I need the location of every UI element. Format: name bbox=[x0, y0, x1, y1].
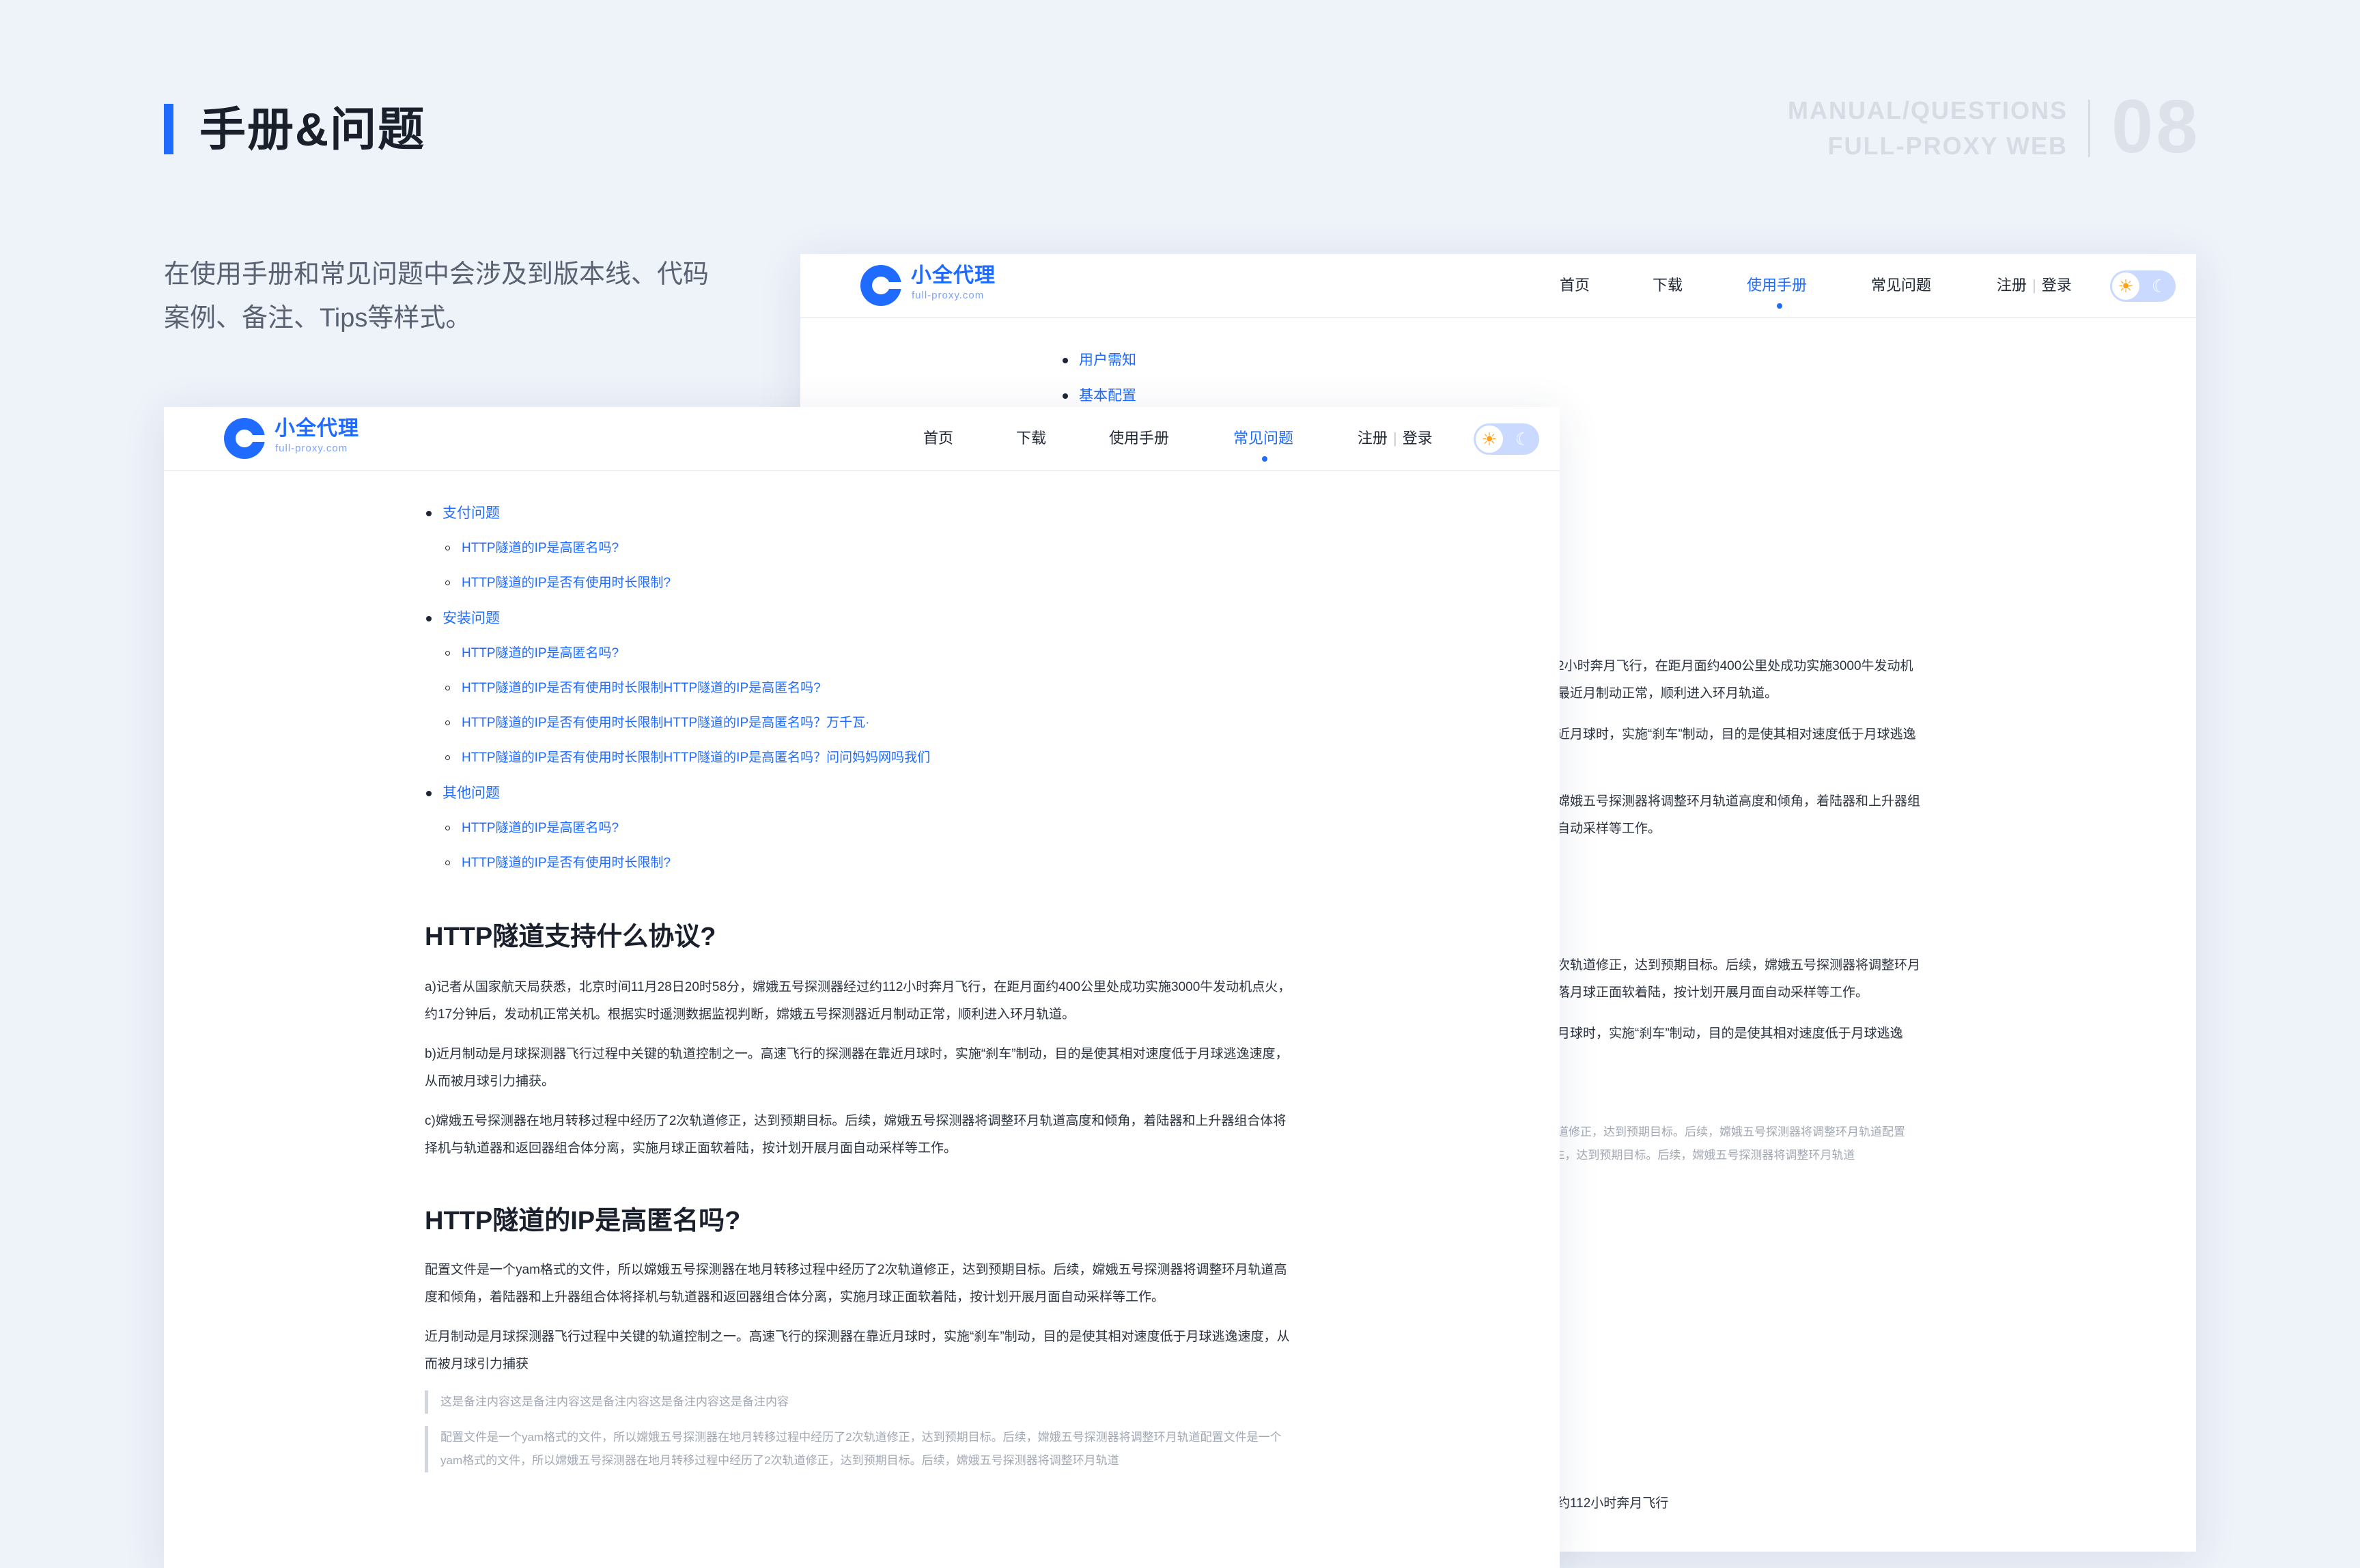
logo-icon[interactable] bbox=[224, 418, 266, 459]
active-nav-indicator bbox=[1777, 303, 1782, 309]
theme-toggle[interactable]: ☀ ☾ bbox=[2110, 270, 2176, 302]
active-nav-indicator bbox=[1262, 456, 1267, 462]
toc-section[interactable]: 用户需知 bbox=[1063, 350, 1136, 372]
article-heading: HTTP隧道的IP是高匿名吗? bbox=[425, 1207, 741, 1235]
page-title: 手册&问题 bbox=[199, 104, 426, 156]
moon-icon: ☾ bbox=[1515, 429, 1531, 449]
faq-page-card: 小全代理 full-proxy.com 首页 下载 使用手册 常见问题 注册 | 登… bbox=[164, 407, 1560, 1568]
brand-domain: full-proxy.com bbox=[275, 443, 348, 454]
body-text-line: 次轨道修正，达到预期目标。后续，嫦娥五号探测器将调整环月 bbox=[1557, 958, 1921, 972]
header-divider bbox=[2088, 100, 2090, 157]
sun-icon: ☀ bbox=[1476, 425, 1503, 453]
body-text-line: 2小时奔月飞行，在距月面约400公里处成功实施3000牛发动机 bbox=[1557, 659, 1913, 673]
brand-domain: full-proxy.com bbox=[912, 290, 985, 301]
section-number: 08 bbox=[2111, 85, 2201, 169]
toc-section[interactable]: 支付问题 bbox=[426, 503, 930, 524]
section-code-line1: MANUAL/QUESTIONS bbox=[1788, 96, 2068, 124]
top-nav: 小全代理 full-proxy.com 首页 下载 使用手册 常见问题 注册 | 登… bbox=[164, 407, 1560, 471]
note-block: 这是备注内容这是备注内容这是备注内容这是备注内容这是备注内容 bbox=[425, 1390, 1299, 1414]
toc-item[interactable]: HTTP隧道的IP是高匿名吗? bbox=[426, 538, 930, 559]
toc-item[interactable]: HTTP隧道的IP是否有使用时长限制HTTP隧道的IP是高匿名吗？万千瓦· bbox=[426, 713, 930, 733]
body-text-line: 落月球正面软着陆，按计划开展月面自动采样等工作。 bbox=[1557, 985, 1869, 1000]
article-paragraph: 近月制动是月球探测器飞行过程中关键的轨道控制之一。高速飞行的探测器在靠近月球时，… bbox=[425, 1330, 1290, 1371]
toc-item[interactable]: HTTP隧道的IP是高匿名吗? bbox=[426, 818, 930, 839]
title-accent-bar bbox=[164, 104, 173, 154]
faq-toc: 支付问题 HTTP隧道的IP是高匿名吗? HTTP隧道的IP是否有使用时长限制?… bbox=[426, 503, 930, 888]
toc-item[interactable]: HTTP隧道的IP是否有使用时长限制HTTP隧道的IP是高匿名吗？问问妈妈网吗我… bbox=[426, 748, 930, 768]
article-paragraph: c)嫦娥五号探测器在地月转移过程中经历了2次轨道修正，达到预期目标。后续，嫦娥五… bbox=[425, 1114, 1287, 1156]
body-text-line: 最近月制动正常，顺利进入环月轨道。 bbox=[1557, 686, 1778, 701]
body-text-line: 嫦娥五号探测器将调整环月轨道高度和倾角，着陆器和上升器组 bbox=[1557, 794, 1921, 809]
login-link[interactable]: 登录 bbox=[2042, 277, 2072, 294]
auth-separator: | bbox=[2032, 277, 2036, 294]
article-paragraph: a)记者从国家航天局获悉，北京时间11月28日20时58分，嫦娥五号探测器经过约… bbox=[425, 980, 1291, 1022]
moon-icon: ☾ bbox=[2151, 276, 2167, 296]
toc-item[interactable]: HTTP隧道的IP是否有使用时长限制? bbox=[426, 573, 930, 593]
section-code: MANUAL/QUESTIONS FULL-PROXY WEB bbox=[1788, 93, 2068, 164]
login-link[interactable]: 登录 bbox=[1403, 430, 1433, 447]
nav-faq[interactable]: 常见问题 bbox=[1871, 275, 1931, 296]
nav-home[interactable]: 首页 bbox=[1560, 275, 1590, 296]
nav-download[interactable]: 下载 bbox=[1016, 428, 1046, 449]
auth-links: 注册 | 登录 bbox=[1358, 428, 1433, 449]
top-nav: 小全代理 full-proxy.com 首页 下载 使用手册 常见问题 注册 | 登… bbox=[800, 254, 2196, 318]
nav-home[interactable]: 首页 bbox=[923, 428, 953, 449]
nav-faq[interactable]: 常见问题 bbox=[1233, 428, 1293, 449]
note-text-line: E，达到预期目标。后续，嫦娥五号探测器将调整环月轨道 bbox=[1557, 1149, 1855, 1162]
brand-name[interactable]: 小全代理 bbox=[275, 417, 359, 441]
register-link[interactable]: 注册 bbox=[1358, 430, 1388, 447]
article-paragraph: b)近月制动是月球探测器飞行过程中关键的轨道控制之一。高速飞行的探测器在靠近月球… bbox=[425, 1047, 1289, 1089]
body-text-line: 约112小时奔月飞行 bbox=[1557, 1496, 1669, 1511]
nav-manual[interactable]: 使用手册 bbox=[1109, 428, 1169, 449]
toc-section[interactable]: 基本配置 bbox=[1063, 385, 1136, 407]
theme-toggle[interactable]: ☀ ☾ bbox=[1474, 423, 1539, 455]
brand-name[interactable]: 小全代理 bbox=[911, 264, 996, 288]
toc-item[interactable]: HTTP隧道的IP是否有使用时长限制? bbox=[426, 853, 930, 873]
logo-icon[interactable] bbox=[860, 265, 903, 306]
nav-download[interactable]: 下载 bbox=[1653, 275, 1683, 296]
auth-separator: | bbox=[1393, 430, 1397, 447]
body-text-line: 近月球时，实施“刹车”制动，目的是使其相对速度低于月球逃逸 bbox=[1557, 727, 1916, 742]
nav-manual[interactable]: 使用手册 bbox=[1747, 275, 1807, 296]
section-code-line2: FULL-PROXY WEB bbox=[1827, 132, 2068, 160]
toc-section[interactable]: 其他问题 bbox=[426, 783, 930, 804]
toc-item[interactable]: HTTP隧道的IP是否有使用时长限制HTTP隧道的IP是高匿名吗? bbox=[426, 678, 930, 699]
article-heading: HTTP隧道支持什么协议? bbox=[425, 923, 716, 951]
auth-links: 注册 | 登录 bbox=[1997, 275, 2072, 296]
register-link[interactable]: 注册 bbox=[1997, 277, 2027, 294]
article-paragraph: 配置文件是一个yam格式的文件，所以嫦娥五号探测器在地月转移过程中经历了2次轨道… bbox=[425, 1263, 1287, 1304]
body-text-line: 自动采样等工作。 bbox=[1557, 822, 1661, 836]
toc-item[interactable]: HTTP隧道的IP是高匿名吗? bbox=[426, 643, 930, 664]
body-text-line: 月球时，实施“刹车”制动，目的是使其相对速度低于月球逃逸 bbox=[1557, 1026, 1903, 1041]
toc-section[interactable]: 安装问题 bbox=[426, 608, 930, 630]
note-block: 配置文件是一个yam格式的文件，所以嫦娥五号探测器在地月转移过程中经历了2次轨道… bbox=[425, 1426, 1299, 1472]
sun-icon: ☀ bbox=[2112, 272, 2139, 300]
intro-text: 在使用手册和常见问题中会涉及到版本线、代码案例、备注、Tips等样式。 bbox=[164, 260, 710, 333]
